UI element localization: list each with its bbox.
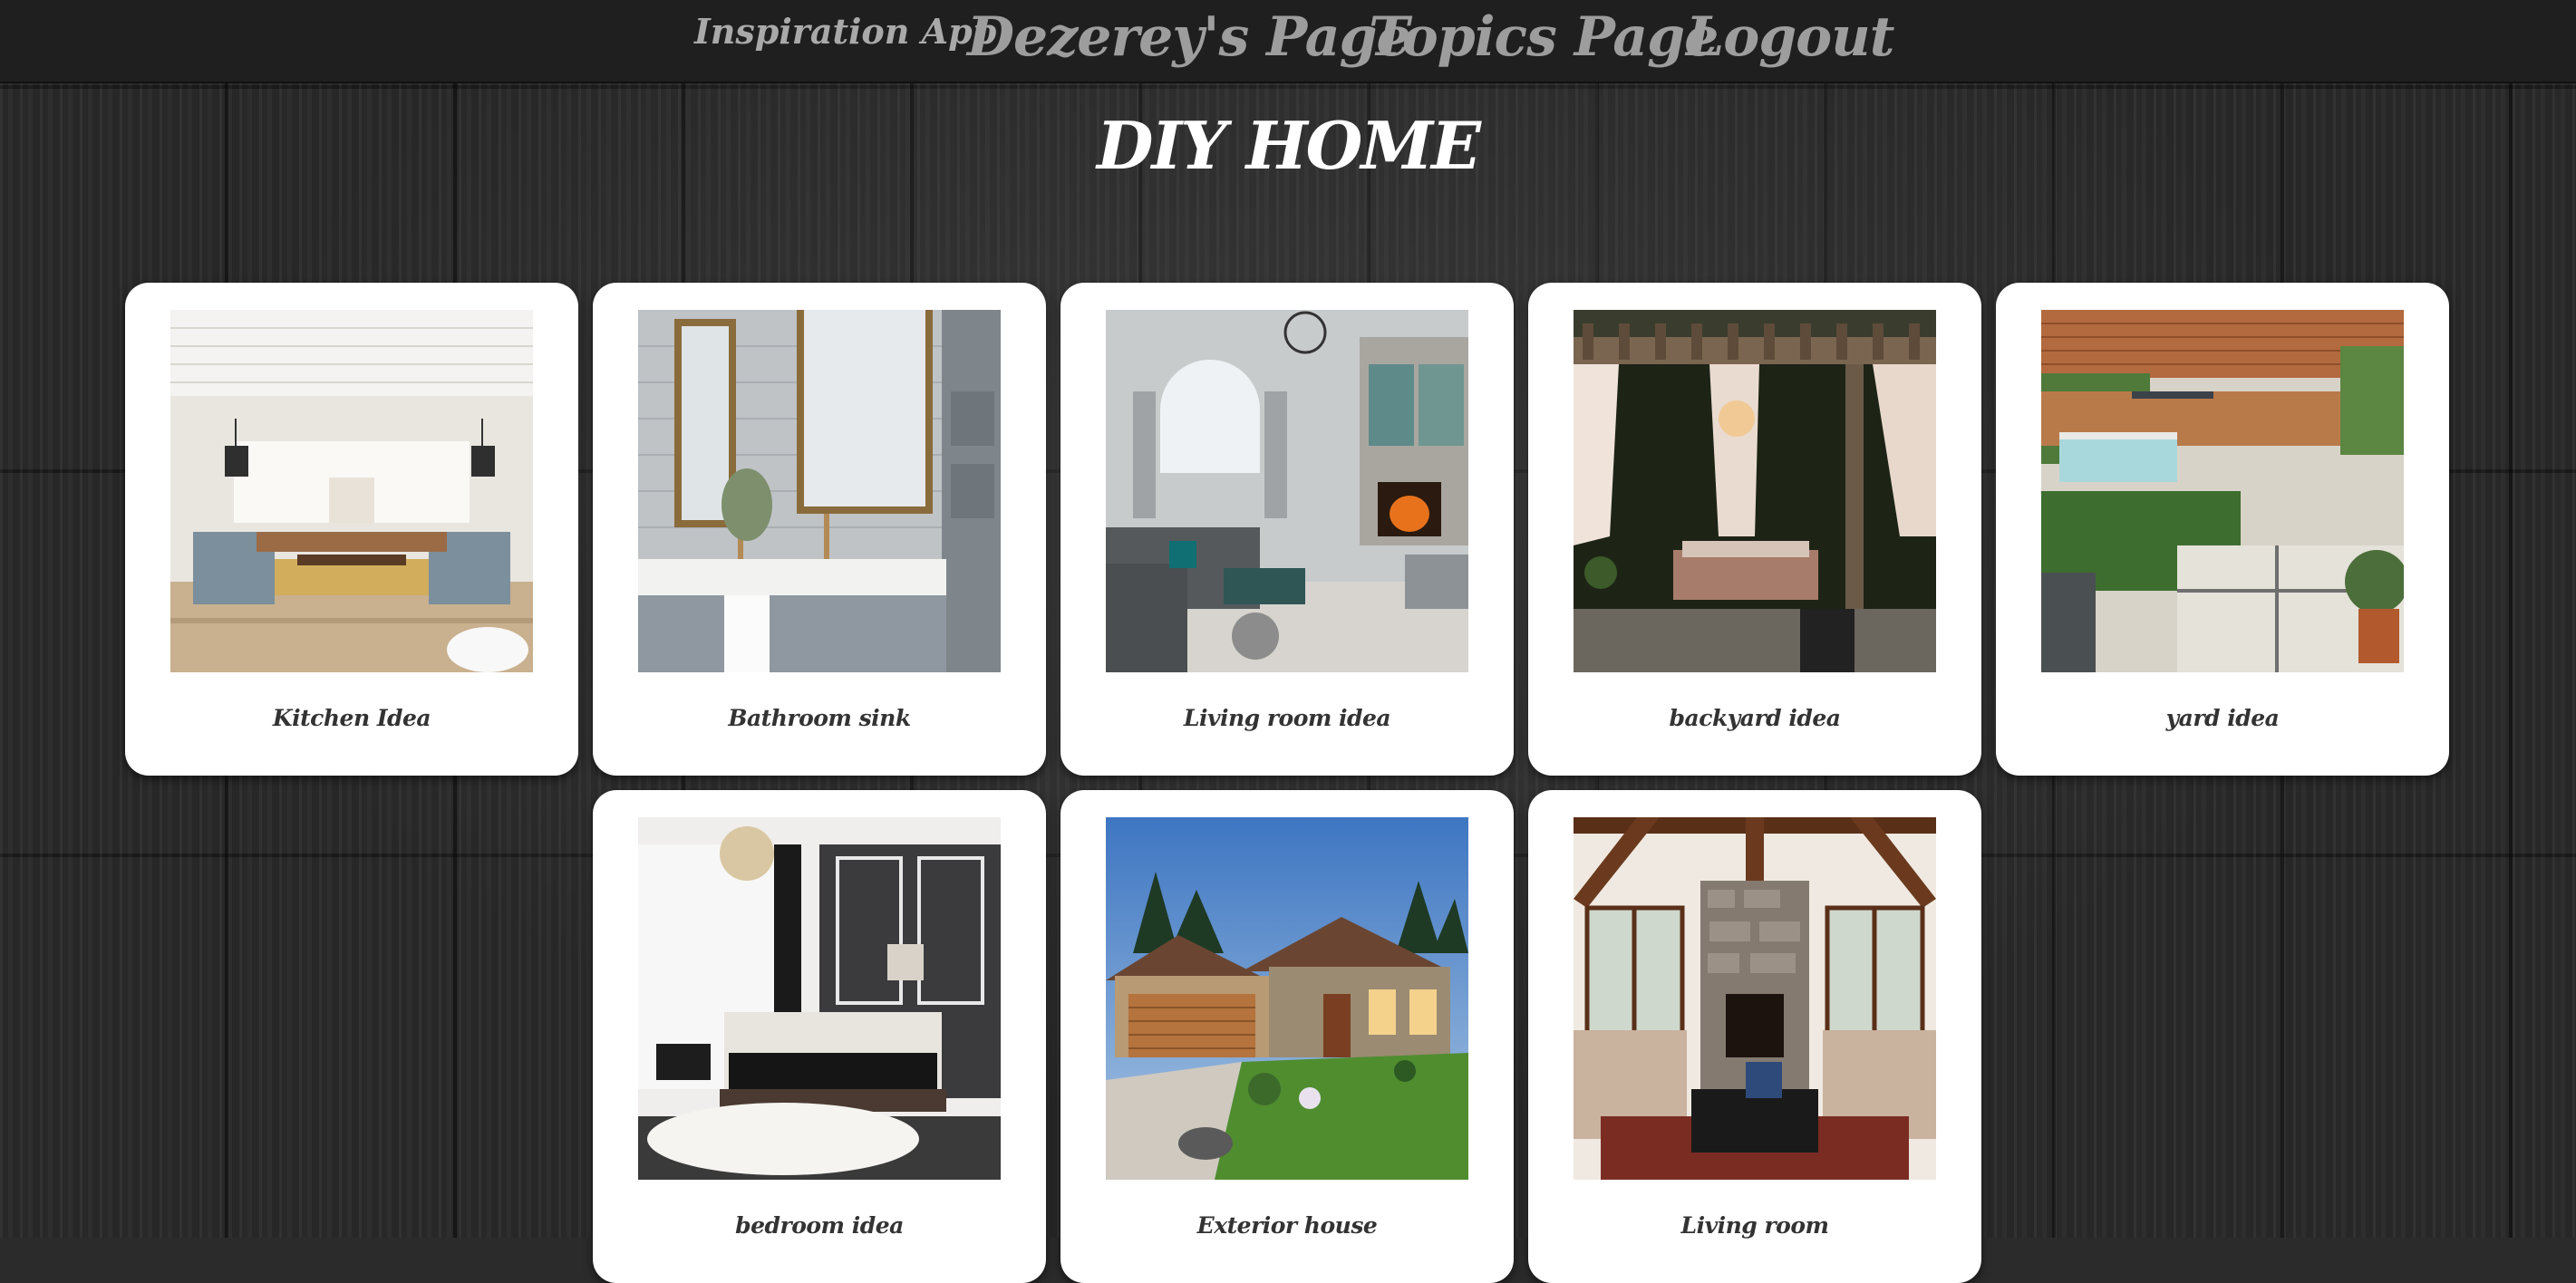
idea-card-living-room-idea[interactable]: Living room idea bbox=[1060, 283, 1514, 776]
idea-card-backyard[interactable]: backyard idea bbox=[1528, 283, 1981, 776]
nav-link-profile[interactable]: Dezerey's Page bbox=[967, 0, 1411, 74]
card-caption: Exterior house bbox=[1196, 1212, 1378, 1239]
card-photo-living-room[interactable] bbox=[1574, 817, 1936, 1180]
card-caption: bedroom idea bbox=[735, 1212, 904, 1239]
idea-card-bedroom[interactable]: bedroom idea bbox=[593, 790, 1046, 1283]
nav-link-logout[interactable]: Logout bbox=[1686, 0, 1895, 74]
card-caption: Living room bbox=[1680, 1212, 1829, 1239]
idea-card-living-room[interactable]: Living room bbox=[1528, 790, 1981, 1283]
nav-link-topics[interactable]: Topics Page bbox=[1369, 0, 1719, 74]
card-photo-bathroom[interactable] bbox=[638, 310, 1001, 672]
idea-card-yard[interactable]: yard idea bbox=[1996, 283, 2449, 776]
card-caption: yard idea bbox=[2165, 705, 2280, 731]
card-caption: backyard idea bbox=[1669, 705, 1841, 731]
nav-brand[interactable]: Inspiration App bbox=[694, 11, 996, 52]
card-caption: Living room idea bbox=[1183, 705, 1391, 731]
top-navbar: Inspiration App Dezerey's Page Topics Pa… bbox=[0, 0, 2576, 83]
card-photo-kitchen[interactable] bbox=[170, 310, 533, 672]
card-photo-exterior-house[interactable] bbox=[1106, 817, 1468, 1180]
idea-card-kitchen[interactable]: Kitchen Idea bbox=[125, 283, 578, 776]
idea-card-bathroom[interactable]: Bathroom sink bbox=[593, 283, 1046, 776]
card-caption: Kitchen Idea bbox=[272, 705, 431, 731]
card-caption: Bathroom sink bbox=[728, 705, 911, 731]
card-photo-yard[interactable] bbox=[2041, 310, 2404, 672]
idea-card-exterior-house[interactable]: Exterior house bbox=[1060, 790, 1514, 1283]
card-photo-living-room-idea[interactable] bbox=[1106, 310, 1468, 672]
page-title: DIY HOME bbox=[1097, 107, 1481, 184]
card-photo-backyard[interactable] bbox=[1574, 310, 1936, 672]
card-photo-bedroom[interactable] bbox=[638, 817, 1001, 1180]
